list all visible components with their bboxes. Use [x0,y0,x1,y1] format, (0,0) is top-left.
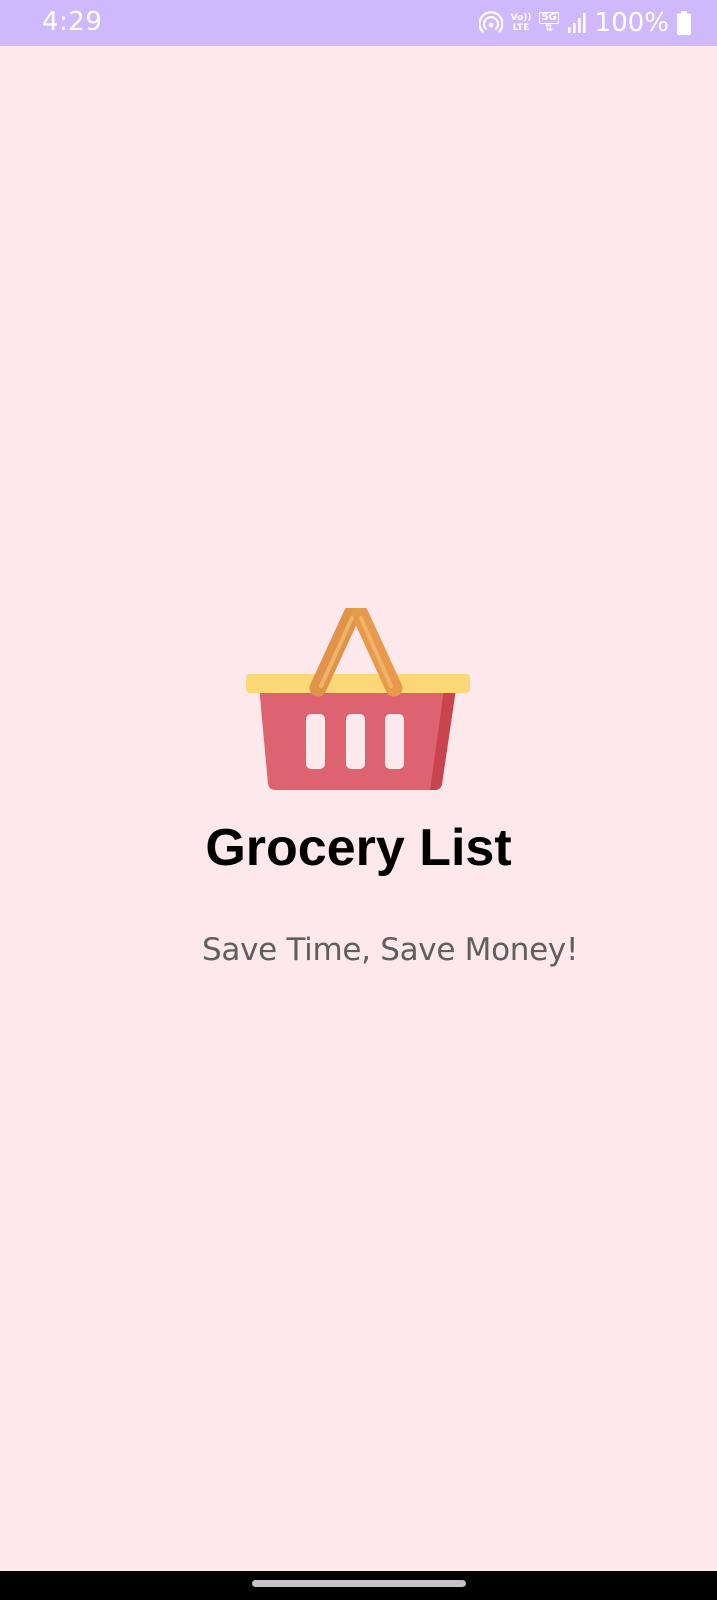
app-title: Grocery List [205,819,512,877]
status-time: 4:29 [42,7,103,37]
shopping-basket-icon [246,608,470,790]
home-gesture-handle[interactable] [252,1580,466,1587]
battery-icon [677,11,691,35]
volte-icon: Vo)) LTE [510,13,532,33]
navigation-bar [0,1571,717,1600]
network-5g-icon: 5G ⇅ [539,12,559,34]
app-tagline: Save Time, Save Money! [202,932,579,968]
battery-percent: 100% [594,8,669,38]
signal-strength-icon [567,12,587,34]
status-icons: Vo)) LTE 5G ⇅ 100% [478,7,691,39]
status-bar: 4:29 Vo)) LTE 5G ⇅ 100% [0,0,717,46]
hotspot-icon [478,11,503,35]
